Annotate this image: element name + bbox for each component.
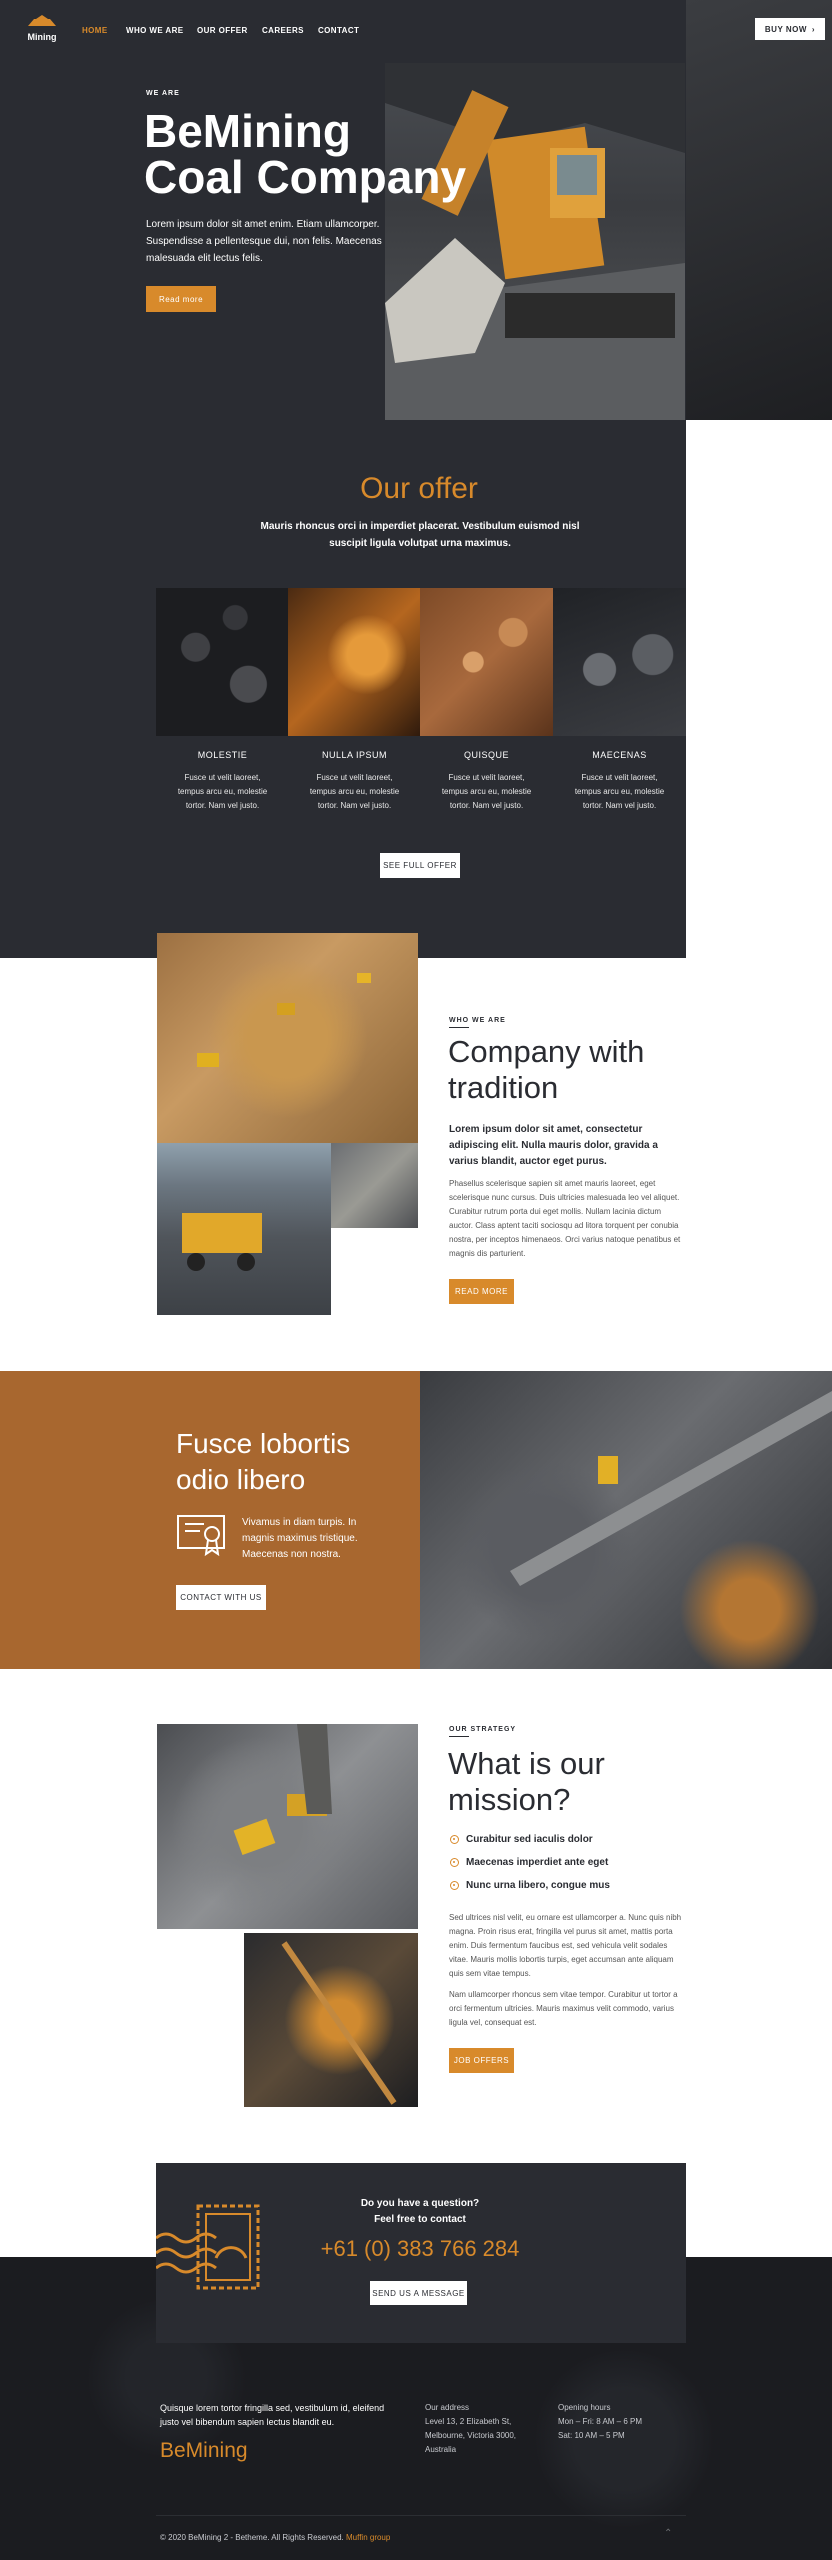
chevron-right-icon: › [811, 24, 816, 34]
contact-with-us-button[interactable]: CONTACT WITH US [176, 1585, 266, 1610]
company-lead: Lorem ipsum dolor sit amet, consectetur … [449, 1124, 658, 1167]
offer-item: NULLA IPSUM Fusce ut velit laoreet, temp… [288, 750, 421, 813]
footer-copyright: © 2020 BeMining 2 - Betheme. All Rights … [160, 2533, 390, 2542]
footer-hours-line: Mon – Fri: 8 AM – 6 PM [558, 2417, 643, 2426]
offer-item-text: Fusce ut velit laoreet, tempus arcu eu, … [177, 773, 268, 810]
company-title: Company with tradition [448, 1034, 644, 1106]
company-image-small [331, 1143, 418, 1228]
offer-item: QUISQUE Fusce ut velit laoreet, tempus a… [420, 750, 553, 813]
logo[interactable]: Mining [22, 14, 62, 44]
mission-title-line-1: What is our [448, 1746, 605, 1781]
offer-item-title: MOLESTIE [197, 750, 248, 760]
footer-address-line: Australia [425, 2445, 457, 2454]
company-read-more-button[interactable]: READ MORE [449, 1279, 514, 1304]
check-circle-icon [450, 1881, 459, 1890]
nav-home[interactable]: HOME [82, 26, 108, 35]
nav-contact[interactable]: CONTACT [318, 26, 359, 35]
company-eyebrow: WHO WE ARE [449, 1017, 506, 1024]
footer-hours-line: Sat: 10 AM – 5 PM [558, 2431, 625, 2440]
mission-check-label: Curabitur sed iaculis dolor [466, 1834, 593, 1845]
offer-item-text: Fusce ut velit laoreet, tempus arcu eu, … [441, 773, 532, 810]
hero-title: BeMining Coal Company [144, 108, 466, 200]
logo-icon [28, 15, 56, 26]
offer-item-title: QUISQUE [463, 750, 509, 760]
mission-check-item: Curabitur sed iaculis dolor [450, 1834, 593, 1845]
hero-text: Lorem ipsum dolor sit amet enim. Etiam u… [146, 219, 382, 264]
offer-item-title: MAECENAS [592, 750, 647, 760]
offer-image-1 [156, 588, 288, 736]
buy-now-button[interactable]: BUY NOW › [755, 18, 825, 40]
offer-image-3 [420, 588, 553, 736]
back-to-top-icon[interactable]: ⌃ [664, 2528, 672, 2539]
nav-who-we-are[interactable]: WHO WE ARE [126, 26, 183, 35]
offer-item: MOLESTIE Fusce ut velit laoreet, tempus … [156, 750, 289, 813]
buy-now-label: BUY NOW [764, 24, 807, 34]
company-text: Phasellus scelerisque sapien sit amet ma… [449, 1179, 681, 1258]
mission-image-bottom [244, 1933, 418, 2107]
offer-item-text: Fusce ut velit laoreet, tempus arcu eu, … [309, 773, 400, 810]
contact-line-1: Do you have a question? [360, 2198, 480, 2209]
send-message-button[interactable]: SEND US A MESSAGE [370, 2281, 467, 2305]
hero-read-more-button[interactable]: Read more [146, 286, 216, 312]
job-offers-button[interactable]: JOB OFFERS [449, 2048, 514, 2073]
footer-about: Quisque lorem tortor fringilla sed, vest… [160, 2403, 385, 2427]
mission-check-item: Maecenas imperdiet ante eget [450, 1857, 608, 1868]
stamp-icon [155, 2198, 268, 2303]
promo-aerial-image [420, 1371, 832, 1669]
copyright-link[interactable]: Muffin group [346, 2533, 390, 2542]
offer-image-4 [553, 588, 686, 736]
offer-item-text: Fusce ut velit laoreet, tempus arcu eu, … [574, 773, 665, 810]
hero-right-rocks [686, 0, 832, 420]
nav-our-offer[interactable]: OUR OFFER [197, 26, 248, 35]
offer-image-2 [288, 588, 420, 736]
see-full-offer-button[interactable]: SEE FULL OFFER [380, 853, 460, 878]
company-eyebrow-line [449, 1027, 469, 1028]
mission-eyebrow-line [449, 1736, 469, 1737]
company-title-line-2: tradition [448, 1070, 559, 1105]
footer-address-line: Level 13, 2 Elizabeth St, [425, 2417, 512, 2426]
footer-hours-title: Opening hours [558, 2403, 611, 2412]
contact-phone[interactable]: +61 (0) 383 766 284 [270, 2236, 570, 2262]
mission-title-line-2: mission? [448, 1782, 571, 1817]
company-title-line-1: Company with [448, 1034, 645, 1069]
nav-careers[interactable]: CAREERS [262, 26, 304, 35]
certificate-icon [176, 1512, 230, 1558]
mission-check-label: Maecenas imperdiet ante eget [466, 1857, 609, 1868]
promo-title-line-1: Fusce lobortis [176, 1428, 351, 1459]
offer-item: MAECENAS Fusce ut velit laoreet, tempus … [553, 750, 686, 813]
mission-title: What is our mission? [448, 1746, 605, 1818]
check-circle-icon [450, 1835, 459, 1844]
offer-title: Our offer [360, 472, 478, 505]
footer-divider [156, 2515, 686, 2516]
hero-title-line-2: Coal Company [144, 151, 467, 203]
check-circle-icon [450, 1858, 459, 1867]
company-image-bottom [157, 1143, 331, 1315]
footer-brand: BeMining [160, 2439, 248, 2462]
promo-text: Vivamus in diam turpis. In magnis maximu… [242, 1517, 358, 1560]
mission-eyebrow: OUR STRATEGY [449, 1726, 517, 1733]
hero-title-line-1: BeMining [144, 105, 351, 157]
footer-address-line: Melbourne, Victoria 3000, [425, 2431, 517, 2440]
copyright-text: © 2020 BeMining 2 - Betheme. All Rights … [160, 2533, 344, 2542]
mission-text-1: Sed ultrices nisl velit, eu ornare est u… [449, 1913, 682, 1978]
contact-line-2: Feel free to contact [374, 2214, 466, 2225]
promo-title-line-2: odio libero [176, 1464, 306, 1495]
logo-text: Mining [27, 32, 57, 42]
mission-text-2: Nam ullamcorper rhoncus sem vitae tempor… [449, 1990, 678, 2027]
offer-item-title: NULLA IPSUM [321, 750, 388, 760]
hero-eyebrow: WE ARE [146, 90, 180, 97]
mission-check-item: Nunc urna libero, congue mus [450, 1880, 610, 1891]
offer-subtitle: Mauris rhoncus orci in imperdiet placera… [260, 521, 580, 549]
promo-title: Fusce lobortis odio libero [176, 1426, 350, 1498]
footer-address-title: Our address [425, 2403, 470, 2412]
mission-image-top [157, 1724, 418, 1929]
company-image-top [157, 933, 418, 1143]
mission-check-label: Nunc urna libero, congue mus [466, 1880, 610, 1891]
